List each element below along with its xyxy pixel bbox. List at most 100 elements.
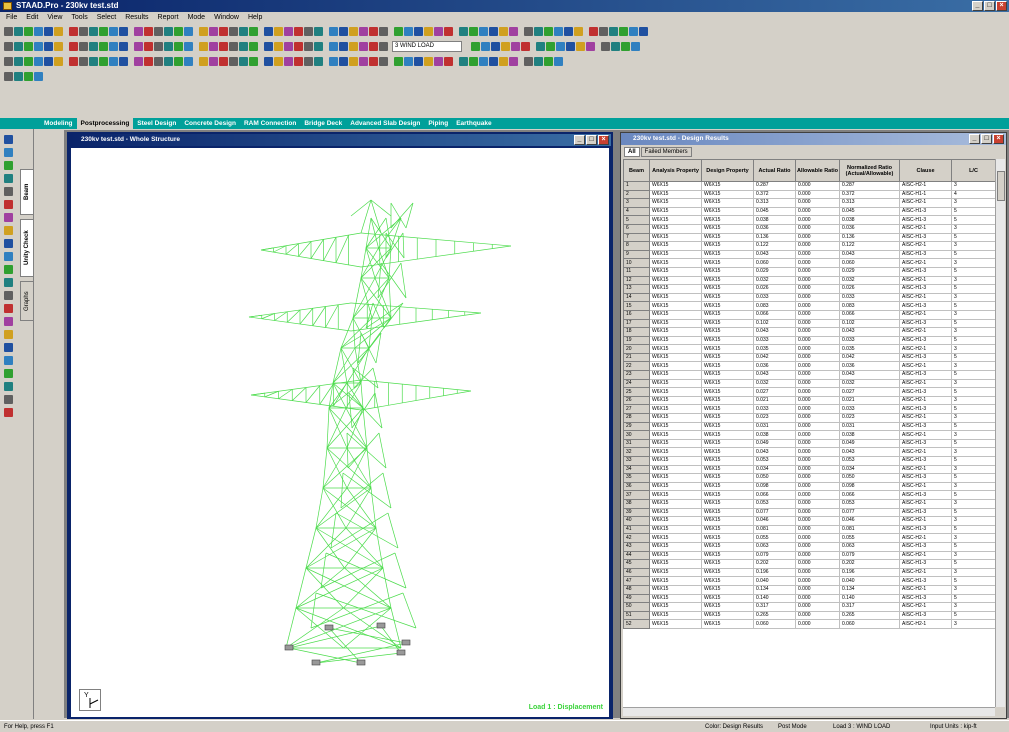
toolbar-tool-icon[interactable]: [229, 56, 238, 66]
tab-beam[interactable]: Beam: [20, 169, 34, 215]
side-tool-icon[interactable]: [4, 356, 13, 365]
toolbar-tool-icon[interactable]: [199, 26, 208, 36]
toolbar-tool-icon[interactable]: [249, 41, 258, 51]
toolbar-tool-icon[interactable]: [14, 71, 23, 81]
toolbar-tool-icon[interactable]: [79, 41, 88, 51]
results-horizontal-scrollbar[interactable]: [623, 707, 995, 716]
table-row[interactable]: 10 W6X15 W6X15 0.060 0.000 0.060 AISC-H2-1 3: [623, 258, 995, 268]
toolbar-tool-icon[interactable]: [119, 41, 128, 51]
toolbar-tool-icon[interactable]: [314, 56, 323, 66]
toolbar-tool-icon[interactable]: [34, 56, 43, 66]
column-header[interactable]: Analysis Property: [649, 159, 702, 182]
toolbar-tool-icon[interactable]: [544, 26, 553, 36]
toolbar-tool-icon[interactable]: [184, 41, 193, 51]
toolbar-tool-icon[interactable]: [611, 41, 620, 51]
tab-postprocessing[interactable]: Postprocessing: [76, 118, 134, 129]
toolbar-tool-icon[interactable]: [499, 26, 508, 36]
minimize-button[interactable]: _: [972, 1, 983, 11]
table-row[interactable]: 26 W6X15 W6X15 0.021 0.000 0.021 AISC-H2-1 3: [623, 395, 995, 406]
side-tool-icon[interactable]: [4, 369, 13, 378]
toolbar-tool-icon[interactable]: [4, 41, 13, 51]
toolbar-tool-icon[interactable]: [394, 26, 403, 36]
toolbar-tool-icon[interactable]: [349, 56, 358, 66]
column-header[interactable]: Clause: [899, 159, 952, 182]
toolbar-tool-icon[interactable]: [554, 56, 563, 66]
toolbar-tool-icon[interactable]: [349, 26, 358, 36]
toolbar-tool-icon[interactable]: [109, 26, 118, 36]
table-row[interactable]: 20 W6X15 W6X15 0.035 0.000 0.035 AISC-H2-1 3: [623, 344, 995, 354]
side-tool-icon[interactable]: [4, 343, 13, 352]
table-row[interactable]: 49 W6X15 W6X15 0.140 0.000 0.140 AISC-H1-3 5: [623, 593, 995, 604]
tab-ram-connection[interactable]: RAM Connection: [240, 118, 300, 129]
toolbar-tool-icon[interactable]: [284, 41, 293, 51]
toolbar-tool-icon[interactable]: [174, 56, 183, 66]
toolbar-tool-icon[interactable]: [294, 26, 303, 36]
toolbar-tool-icon[interactable]: [469, 26, 478, 36]
table-row[interactable]: 42 W6X15 W6X15 0.055 0.000 0.055 AISC-H2-1 3: [623, 533, 995, 543]
toolbar-tool-icon[interactable]: [44, 26, 53, 36]
toolbar-tool-icon[interactable]: [434, 56, 443, 66]
table-row[interactable]: 44 W6X15 W6X15 0.079 0.000 0.079 AISC-H2-1 3: [623, 550, 995, 561]
tab-advanced-slab-design[interactable]: Advanced Slab Design: [346, 118, 424, 129]
tab-steel-design[interactable]: Steel Design: [133, 118, 180, 129]
menu-file[interactable]: File: [6, 12, 17, 24]
side-tool-icon[interactable]: [4, 174, 13, 183]
toolbar-tool-icon[interactable]: [134, 56, 143, 66]
table-row[interactable]: 1 W6X15 W6X15 0.287 0.000 0.287 AISC-H2-1 3: [623, 181, 995, 191]
toolbar-tool-icon[interactable]: [24, 41, 33, 51]
toolbar-tool-icon[interactable]: [556, 41, 565, 51]
toolbar-tool-icon[interactable]: [174, 26, 183, 36]
toolbar-tool-icon[interactable]: [629, 26, 638, 36]
toolbar-tool-icon[interactable]: [621, 41, 630, 51]
table-row[interactable]: 36 W6X15 W6X15 0.098 0.000 0.098 AISC-H2-1 3: [623, 481, 995, 492]
toolbar-tool-icon[interactable]: [459, 56, 468, 66]
toolbar-tool-icon[interactable]: [144, 56, 153, 66]
toolbar-tool-icon[interactable]: [199, 41, 208, 51]
toolbar-tool-icon[interactable]: [89, 41, 98, 51]
toolbar-tool-icon[interactable]: [24, 56, 33, 66]
toolbar-tool-icon[interactable]: [24, 71, 33, 81]
toolbar-tool-icon[interactable]: [424, 56, 433, 66]
table-row[interactable]: 16 W6X15 W6X15 0.066 0.000 0.066 AISC-H2-1 3: [623, 309, 995, 320]
toolbar-tool-icon[interactable]: [424, 26, 433, 36]
side-tool-icon[interactable]: [4, 252, 13, 261]
table-row[interactable]: 46 W6X15 W6X15 0.196 0.000 0.196 AISC-H2-1 3: [623, 567, 995, 578]
toolbar-tool-icon[interactable]: [294, 41, 303, 51]
toolbar-tool-icon[interactable]: [134, 26, 143, 36]
tab-graphs[interactable]: Graphs: [20, 281, 34, 321]
side-tool-icon[interactable]: [4, 408, 13, 417]
toolbar-tool-icon[interactable]: [274, 26, 283, 36]
toolbar-tool-icon[interactable]: [164, 41, 173, 51]
toolbar-tool-icon[interactable]: [239, 56, 248, 66]
maximize-button[interactable]: □: [984, 1, 995, 11]
toolbar-tool-icon[interactable]: [359, 56, 368, 66]
toolbar-tool-icon[interactable]: [14, 56, 23, 66]
toolbar-tool-icon[interactable]: [239, 41, 248, 51]
side-tool-icon[interactable]: [4, 226, 13, 235]
toolbar-tool-icon[interactable]: [609, 26, 618, 36]
toolbar-tool-icon[interactable]: [329, 56, 338, 66]
toolbar-tool-icon[interactable]: [404, 56, 413, 66]
toolbar-tool-icon[interactable]: [44, 41, 53, 51]
toolbar-tool-icon[interactable]: [639, 26, 648, 36]
table-row[interactable]: 13 W6X15 W6X15 0.026 0.000 0.026 AISC-H1-3 5: [623, 284, 995, 294]
results-maximize-button[interactable]: □: [981, 134, 992, 144]
structure-viewport[interactable]: Y Load 1 : Displacement: [71, 148, 609, 717]
table-row[interactable]: 47 W6X15 W6X15 0.040 0.000 0.040 AISC-H1-3 5: [623, 576, 995, 586]
table-row[interactable]: 14 W6X15 W6X15 0.033 0.000 0.033 AISC-H2-1 3: [623, 292, 995, 303]
table-row[interactable]: 48 W6X15 W6X15 0.134 0.000 0.134 AISC-H2-1 3: [623, 584, 995, 595]
toolbar-tool-icon[interactable]: [369, 26, 378, 36]
table-row[interactable]: 24 W6X15 W6X15 0.032 0.000 0.032 AISC-H2-1 3: [623, 378, 995, 389]
side-tool-icon[interactable]: [4, 265, 13, 274]
toolbar-tool-icon[interactable]: [4, 26, 13, 36]
toolbar-tool-icon[interactable]: [314, 41, 323, 51]
table-row[interactable]: 41 W6X15 W6X15 0.081 0.000 0.081 AISC-H1-3 5: [623, 524, 995, 535]
table-row[interactable]: 28 W6X15 W6X15 0.023 0.000 0.023 AISC-H2-1 3: [623, 413, 995, 423]
structure-window-titlebar[interactable]: 230kv test.std - Whole Structure _ □ ×: [69, 134, 611, 146]
toolbar-tool-icon[interactable]: [444, 26, 453, 36]
table-row[interactable]: 21 W6X15 W6X15 0.042 0.000 0.042 AISC-H1-3 5: [623, 352, 995, 363]
table-row[interactable]: 5 W6X15 W6X15 0.038 0.000 0.038 AISC-H1-3 5: [623, 215, 995, 225]
table-row[interactable]: 4 W6X15 W6X15 0.045 0.000 0.045 AISC-H1-3 5: [623, 206, 995, 217]
toolbar-tool-icon[interactable]: [229, 26, 238, 36]
tab-all[interactable]: All: [624, 147, 640, 157]
